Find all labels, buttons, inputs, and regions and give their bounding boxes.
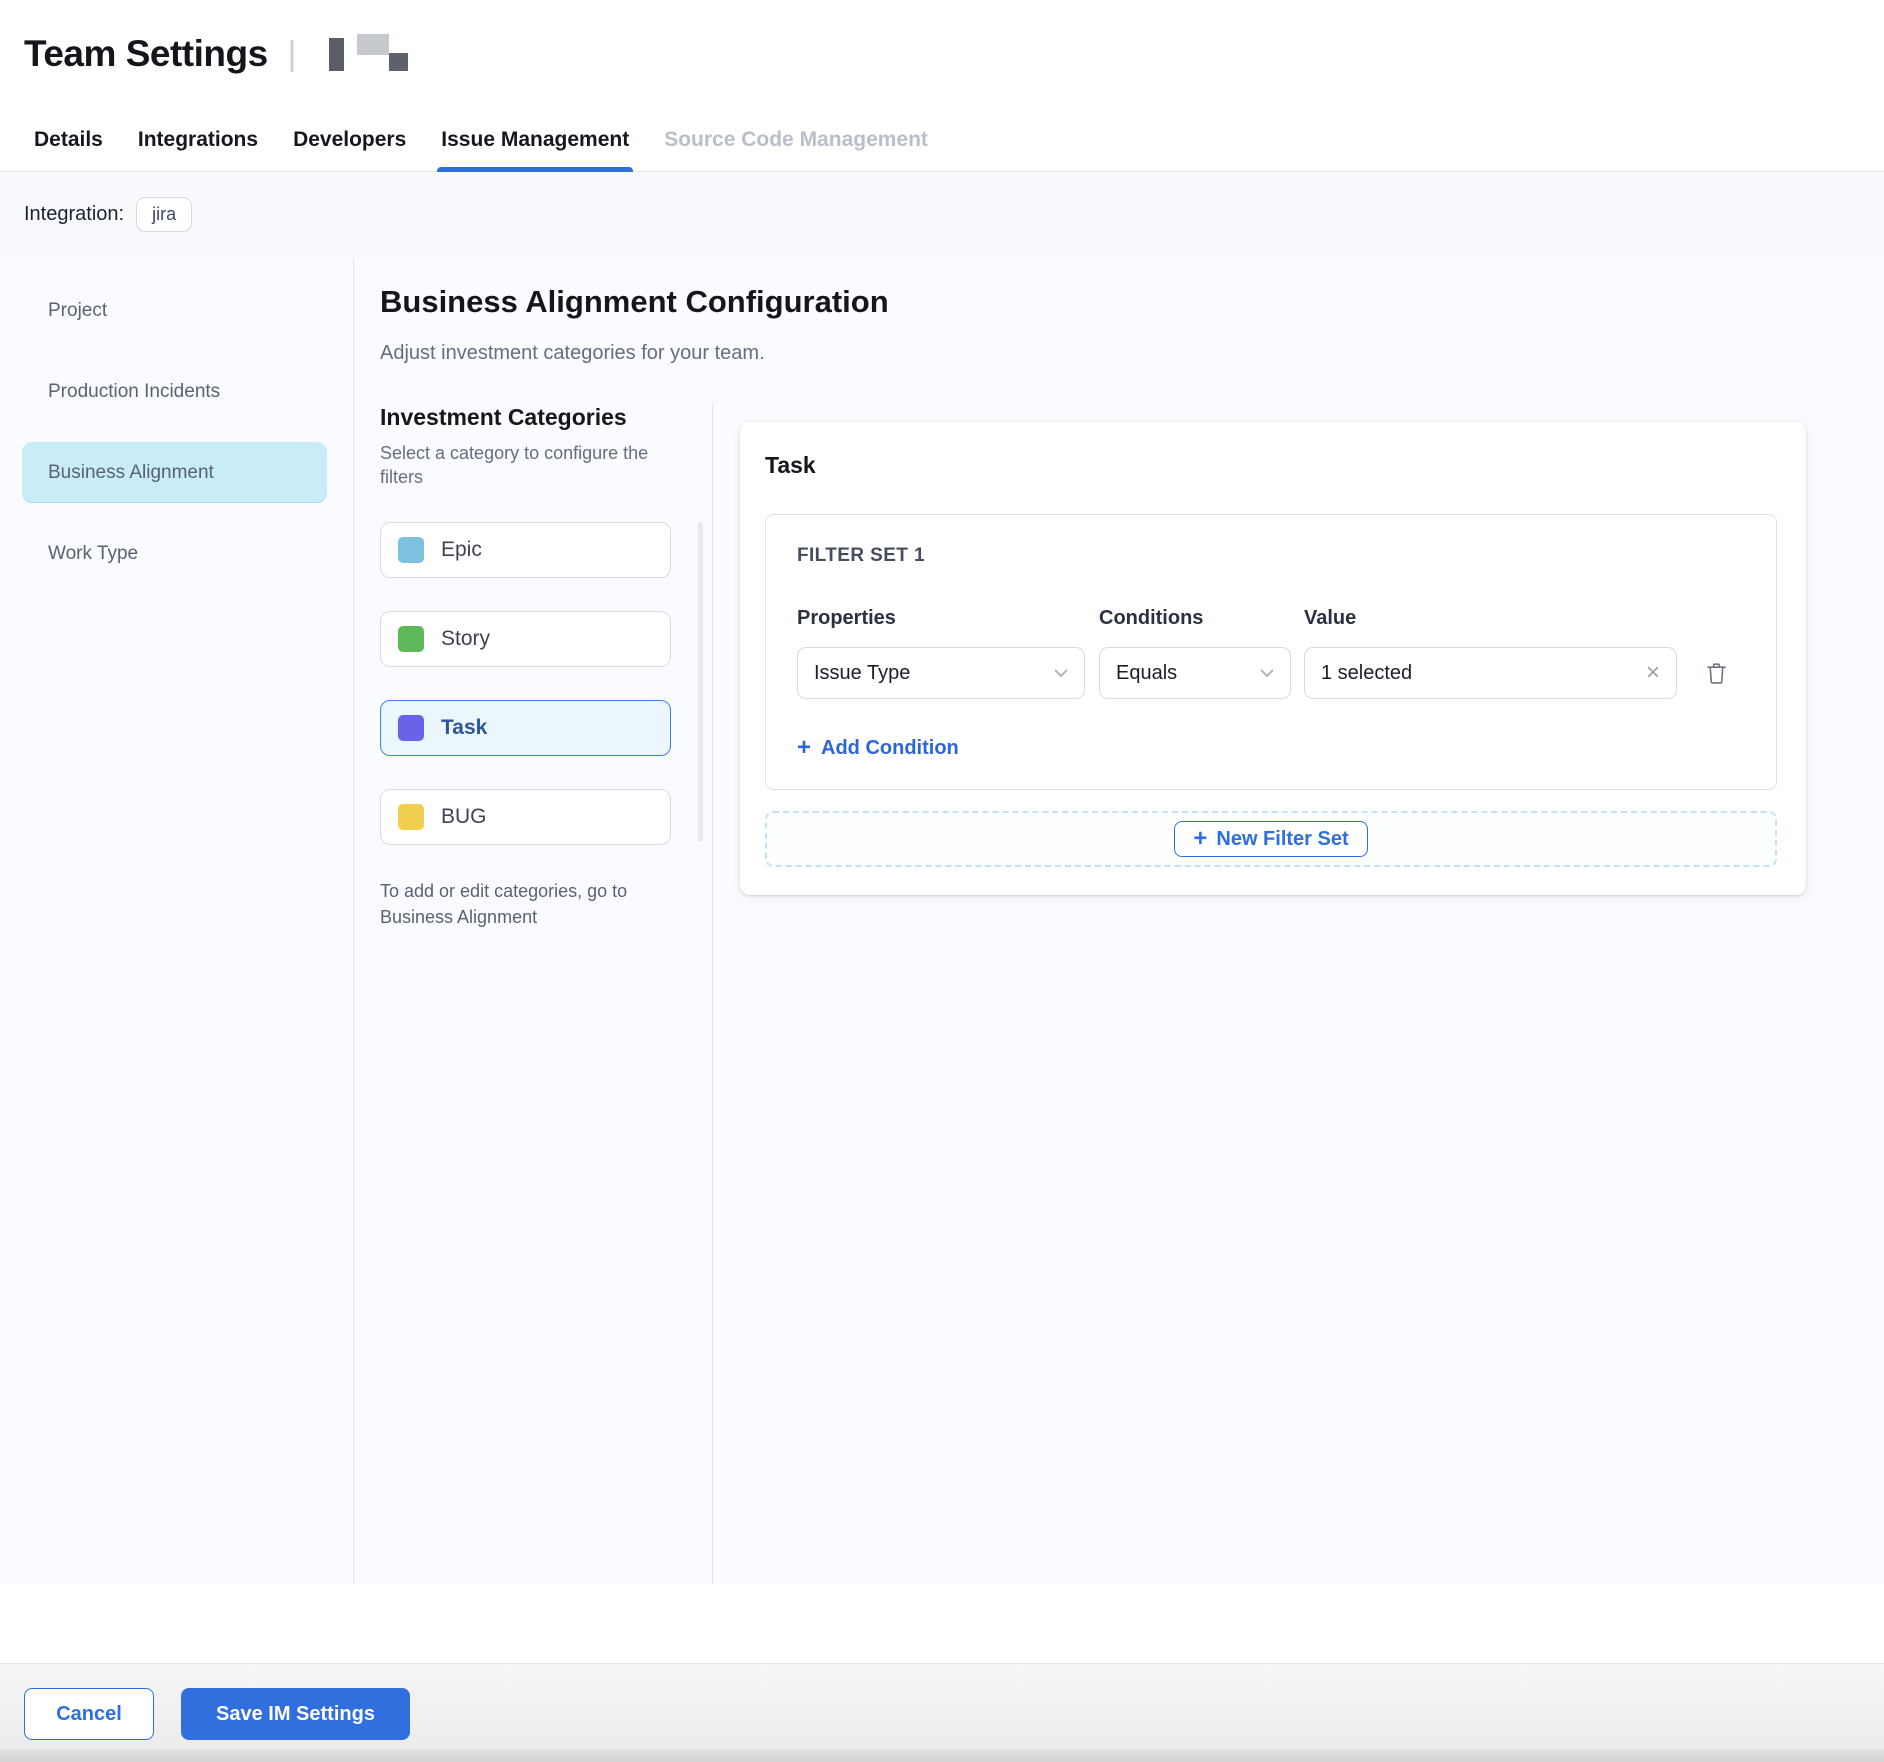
epic-color-swatch-icon bbox=[398, 537, 424, 563]
sidebar-item-work-type[interactable]: Work Type bbox=[22, 523, 327, 584]
filter-config-column: Task FILTER SET 1 Properties Conditions … bbox=[713, 403, 1884, 1584]
investment-categories-panel: Investment Categories Select a category … bbox=[380, 403, 713, 1584]
condition-select-value: Equals bbox=[1116, 662, 1177, 685]
settings-sidebar: Project Production Incidents Business Al… bbox=[0, 257, 354, 1584]
value-select[interactable]: 1 selected × bbox=[1304, 647, 1677, 699]
cancel-button[interactable]: Cancel bbox=[24, 1688, 154, 1740]
column-header-value: Value bbox=[1304, 607, 1356, 630]
team-settings-page: Team Settings | Details Integrations Dev… bbox=[0, 0, 1884, 1762]
new-filter-set-label: New Filter Set bbox=[1216, 828, 1348, 851]
category-button-bug[interactable]: BUG bbox=[380, 789, 671, 845]
filter-set-headers: Properties Conditions Value bbox=[797, 607, 1746, 630]
clear-selection-icon[interactable]: × bbox=[1646, 661, 1660, 685]
redaction-block bbox=[389, 53, 408, 71]
section-title: Business Alignment Configuration bbox=[380, 285, 1884, 319]
selected-category-title: Task bbox=[765, 452, 1777, 478]
redaction-block bbox=[329, 38, 344, 71]
sidebar-item-business-alignment[interactable]: Business Alignment bbox=[22, 442, 327, 503]
property-select[interactable]: Issue Type bbox=[797, 647, 1085, 699]
filter-condition-row: Issue Type Equals bbox=[797, 647, 1746, 699]
tab-details[interactable]: Details bbox=[34, 108, 103, 171]
category-button-epic[interactable]: Epic bbox=[380, 522, 671, 578]
title-separator: | bbox=[288, 35, 297, 74]
filter-set-box: FILTER SET 1 Properties Conditions Value… bbox=[765, 514, 1777, 790]
tab-developers[interactable]: Developers bbox=[293, 108, 406, 171]
section-subtitle: Adjust investment categories for your te… bbox=[380, 341, 1884, 365]
chevron-down-icon bbox=[1260, 669, 1274, 678]
plus-icon: + bbox=[1193, 827, 1207, 851]
page-title: Team Settings bbox=[24, 33, 268, 75]
redacted-team-name bbox=[327, 34, 411, 74]
main-column: Business Alignment Configuration Adjust … bbox=[355, 257, 1884, 1584]
bug-color-swatch-icon bbox=[398, 804, 424, 830]
story-color-swatch-icon bbox=[398, 626, 424, 652]
categories-title: Investment Categories bbox=[380, 403, 712, 431]
category-label: BUG bbox=[441, 805, 487, 829]
sidebar-item-project[interactable]: Project bbox=[22, 280, 327, 341]
plus-icon: + bbox=[797, 736, 811, 760]
page-header: Team Settings | bbox=[0, 0, 1884, 108]
category-button-task[interactable]: Task bbox=[380, 700, 671, 756]
category-label: Story bbox=[441, 627, 490, 651]
save-im-settings-button[interactable]: Save IM Settings bbox=[181, 1688, 410, 1740]
delete-condition-button[interactable] bbox=[1705, 661, 1728, 686]
chevron-down-icon bbox=[1054, 669, 1068, 678]
redaction-block bbox=[357, 34, 389, 55]
categories-subtitle: Select a category to configure the filte… bbox=[380, 441, 660, 489]
footer-bar: Cancel Save IM Settings bbox=[0, 1663, 1884, 1762]
category-list: Epic Story Task BUG bbox=[380, 522, 712, 845]
tab-source-code-management[interactable]: Source Code Management bbox=[664, 108, 928, 171]
new-filter-set-button[interactable]: + New Filter Set bbox=[1174, 821, 1367, 857]
column-header-properties: Properties bbox=[797, 607, 1099, 630]
sidebar-item-production-incidents[interactable]: Production Incidents bbox=[22, 361, 327, 422]
column-header-conditions: Conditions bbox=[1099, 607, 1304, 630]
integration-value-chip: jira bbox=[136, 197, 192, 232]
category-button-story[interactable]: Story bbox=[380, 611, 671, 667]
categories-note: To add or edit categories, go to Busines… bbox=[380, 878, 665, 930]
content-area: Project Production Incidents Business Al… bbox=[0, 257, 1884, 1584]
add-condition-link[interactable]: + Add Condition bbox=[797, 736, 1746, 760]
tab-bar: Details Integrations Developers Issue Ma… bbox=[0, 108, 1884, 172]
integration-label: Integration: bbox=[24, 203, 124, 226]
add-condition-label: Add Condition bbox=[821, 737, 959, 760]
tab-issue-management[interactable]: Issue Management bbox=[441, 108, 629, 171]
trash-icon bbox=[1705, 661, 1728, 686]
integration-row: Integration: jira bbox=[0, 172, 1884, 257]
tab-integrations[interactable]: Integrations bbox=[138, 108, 258, 171]
value-select-text: 1 selected bbox=[1321, 662, 1412, 685]
condition-select[interactable]: Equals bbox=[1099, 647, 1291, 699]
task-filter-card: Task FILTER SET 1 Properties Conditions … bbox=[740, 422, 1806, 895]
property-select-value: Issue Type bbox=[814, 662, 910, 685]
category-list-scrollbar[interactable] bbox=[698, 522, 703, 842]
category-label: Task bbox=[441, 716, 487, 740]
new-filter-set-zone: + New Filter Set bbox=[765, 811, 1777, 867]
task-color-swatch-icon bbox=[398, 715, 424, 741]
filter-set-title: FILTER SET 1 bbox=[797, 545, 1746, 567]
category-label: Epic bbox=[441, 538, 482, 562]
